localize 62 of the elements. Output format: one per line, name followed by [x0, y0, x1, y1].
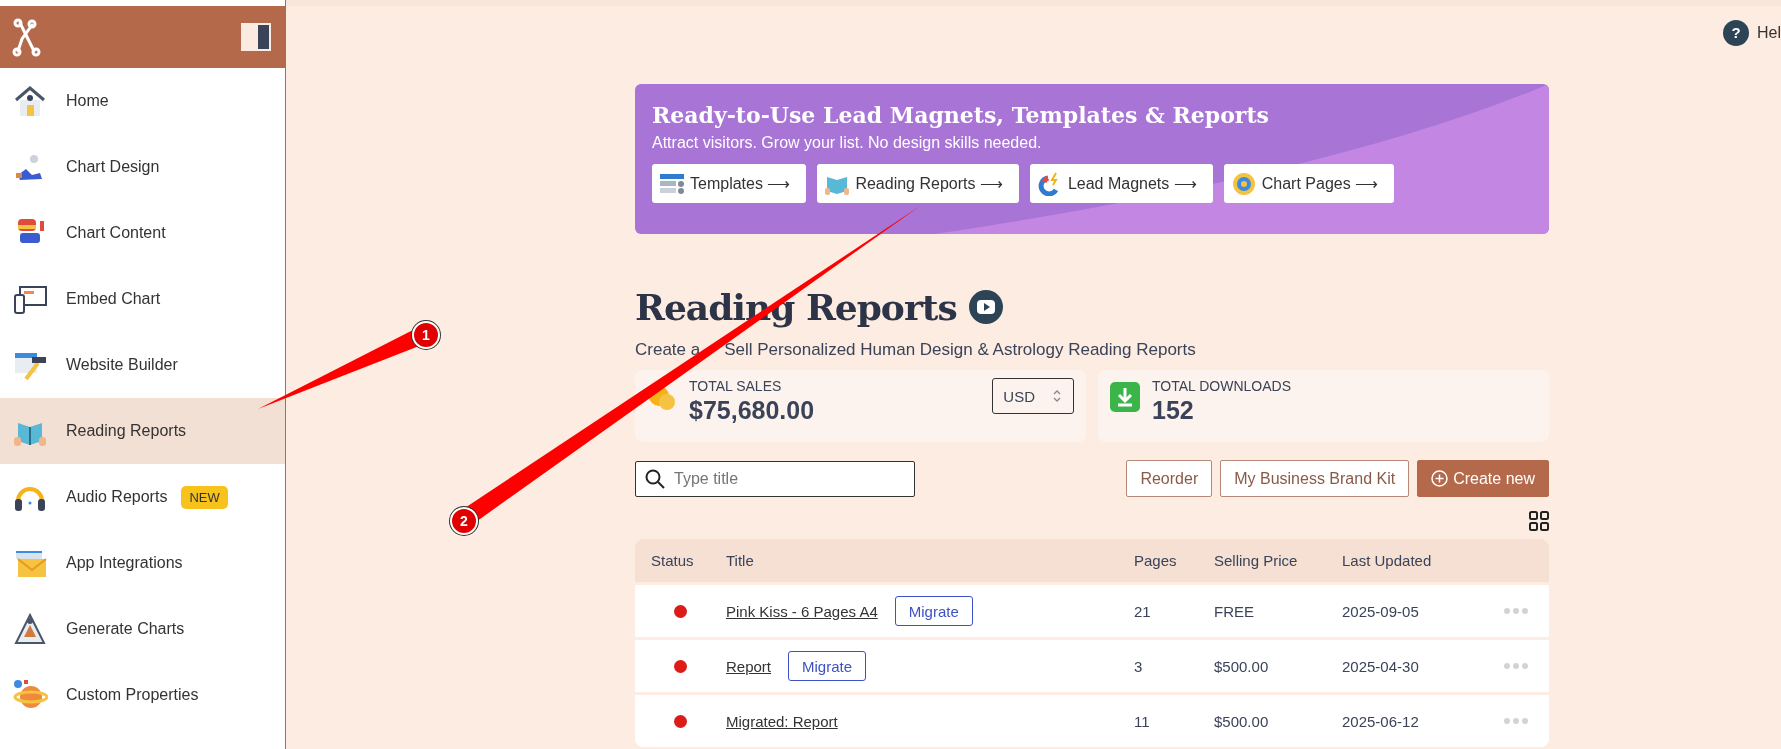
sidebar-item[interactable]: Chart Content [0, 200, 285, 266]
toolbar-button[interactable]: Reorder [1126, 460, 1213, 497]
up-down-icon [1053, 389, 1061, 403]
stat-value: $75,680.00 [689, 396, 815, 425]
page-subtitle: Sell Personalized Human Design & Astrology Reading Reports [724, 340, 1196, 360]
table-cell-text: 21 [1134, 602, 1152, 620]
banner-subtitle: Attract visitors. Grow your list. No design skills needed. [652, 134, 1043, 152]
logo-icon[interactable] [12, 17, 42, 57]
sidebar-item[interactable]: Website Builder [0, 332, 285, 398]
column-header: Title [726, 552, 755, 569]
column-header: Selling Price [1214, 552, 1299, 569]
search-field[interactable]: Type title [635, 460, 915, 497]
resource-link-button[interactable]: Templates ⟶ [652, 164, 807, 203]
table-cell-text: FREE [1214, 602, 1255, 620]
stat-label: TOTAL SALES [689, 378, 783, 394]
download-icon [1110, 382, 1140, 412]
migrate-button[interactable]: Migrate [894, 596, 973, 626]
sidebar-item[interactable]: App Integrations [0, 530, 285, 596]
house-icon [12, 83, 48, 119]
toolbar-button[interactable]: My Business Brand Kit [1220, 460, 1410, 497]
help-icon: ? [1723, 20, 1749, 46]
stat-label: TOTAL DOWNLOADS [1152, 378, 1291, 394]
report-title-link[interactable]: Report [726, 657, 772, 675]
column-header: Last Updated [1342, 552, 1433, 569]
currency-select[interactable]: USD [992, 378, 1074, 414]
sidebar-item[interactable]: Home [0, 68, 285, 134]
column-header: Pages [1134, 552, 1178, 569]
stat-value: 152 [1152, 396, 1195, 425]
table-cell-text: $500.00 [1214, 712, 1270, 730]
migrate-button[interactable]: Migrate [788, 651, 867, 681]
table-cell-text: $500.00 [1214, 657, 1270, 675]
step-number: 1 [412, 321, 440, 349]
sidebar-item[interactable]: Generate Charts [0, 596, 285, 662]
sidebar-item[interactable]: Embed Chart [0, 266, 285, 332]
resource-link-button[interactable]: Lead Magnets ⟶ [1029, 164, 1213, 203]
table-cell-text: 11 [1134, 712, 1151, 730]
table-cell-text: 2025-09-05 [1342, 602, 1420, 620]
resource-link-button[interactable]: Reading Reports ⟶ [817, 164, 1019, 203]
help-link[interactable]: ? Hel [1723, 20, 1781, 46]
table-cell-text: 2025-06-12 [1342, 712, 1420, 730]
sidebar-item[interactable]: Reading Reports [0, 398, 285, 464]
sidebar-item[interactable]: Chart Design [0, 134, 285, 200]
sidebar-item[interactable]: Custom Properties [0, 662, 285, 728]
new-badge: NEW [181, 485, 228, 509]
step-number: 2 [450, 507, 478, 535]
table-cell-text: 3 [1134, 657, 1144, 675]
list-icon [660, 171, 684, 196]
video-icon[interactable] [968, 290, 1003, 324]
plus-circle-icon [1431, 470, 1449, 487]
report-title-link[interactable]: Pink Kiss - 6 Pages A4 [726, 602, 878, 620]
zodiac-wheel-icon [1231, 171, 1256, 196]
column-header: Status [650, 552, 695, 569]
bodygraph-icon [12, 611, 48, 647]
search-icon [645, 468, 665, 489]
table-cell-text: 2025-04-30 [1342, 657, 1420, 675]
sidebar-item[interactable]: Audio Reports NEW [0, 464, 285, 530]
report-title-link[interactable]: Migrated: Report [726, 712, 838, 730]
create-button[interactable]: Create new [1417, 460, 1549, 497]
banner-title: Ready-to-Use Lead Magnets, Templates & Reports [652, 102, 1270, 128]
grid-view-icon[interactable] [1529, 511, 1549, 531]
resource-link-button[interactable]: Chart Pages ⟶ [1223, 164, 1395, 203]
sidebar-toggle-icon[interactable] [241, 23, 271, 51]
